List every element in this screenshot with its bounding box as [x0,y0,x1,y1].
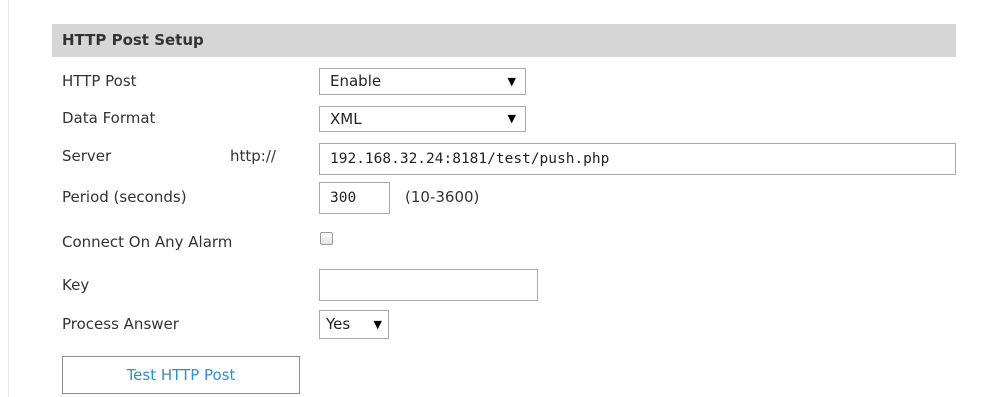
dropdown-arrow-icon: ▼ [507,75,516,88]
section-header: HTTP Post Setup [52,24,956,57]
server-protocol-prefix: http:// [230,147,276,165]
data-format-label: Data Format [62,109,156,127]
http-post-selected-value: Enable [330,72,382,90]
server-address-input[interactable]: 192.168.32.24:8181/test/push.php [319,143,956,175]
process-answer-select[interactable]: Yes ▼ [319,310,389,339]
test-http-post-button[interactable]: Test HTTP Post [62,356,300,394]
period-label: Period (seconds) [62,188,187,206]
process-answer-label: Process Answer [62,315,179,333]
data-format-selected-value: XML [330,110,362,128]
key-label: Key [62,276,90,294]
dropdown-arrow-icon: ▼ [373,318,382,331]
dropdown-arrow-icon: ▼ [507,112,516,125]
data-format-select[interactable]: XML ▼ [319,106,526,132]
connect-on-any-alarm-label: Connect On Any Alarm [62,233,233,251]
http-post-select[interactable]: Enable ▼ [319,68,526,95]
http-post-label: HTTP Post [62,72,137,90]
page-left-border [8,0,9,397]
period-range-hint: (10-3600) [405,188,480,206]
process-answer-selected-value: Yes [326,315,351,333]
server-label: Server [62,147,112,165]
key-input[interactable] [319,269,538,301]
connect-on-any-alarm-checkbox[interactable] [320,232,333,245]
section-title: HTTP Post Setup [62,31,204,49]
period-input[interactable]: 300 [319,182,390,214]
